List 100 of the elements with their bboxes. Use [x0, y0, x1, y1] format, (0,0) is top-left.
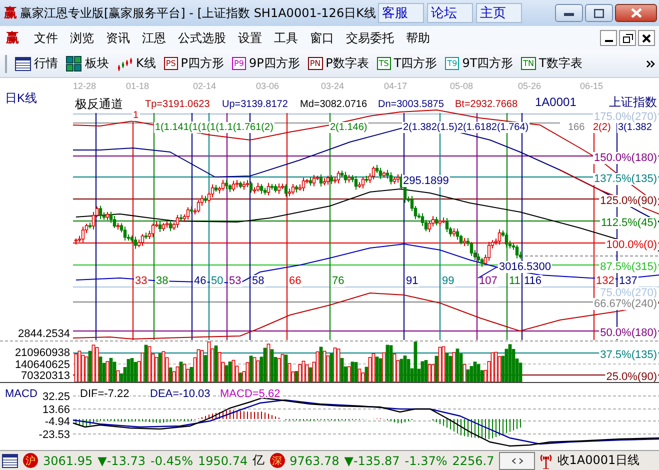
index-percent: -1.37%: [404, 454, 448, 468]
cycle-number: 53: [229, 275, 242, 287]
menu-item[interactable]: 文件: [34, 30, 58, 46]
axis-label: -4.94: [44, 416, 70, 428]
cycle-number: 50: [211, 275, 224, 287]
market-badge: 深: [270, 453, 285, 468]
menu-item[interactable]: 窗口: [310, 30, 334, 46]
date-label: 02-14: [193, 81, 216, 91]
date-label: 06-15: [580, 81, 604, 91]
cycle-ratio-label: 166: [568, 122, 585, 133]
cycle-ratio-label: 2(1.146): [330, 122, 368, 133]
date-label: 03-24: [321, 81, 344, 91]
date-label: 05-26: [518, 81, 542, 91]
axis-label: 70320313: [21, 370, 70, 382]
axis-label: 140640625: [14, 359, 70, 371]
header-link-button[interactable]: 论坛: [426, 3, 473, 23]
indicator-value: Dn=3003.5875: [378, 99, 444, 110]
letter-badge: P9: [232, 57, 246, 70]
toolbar-button[interactable]: PS P四方形: [164, 55, 224, 72]
indicator-value: Tp=3191.0623: [145, 99, 210, 110]
index-percent: -0.45%: [150, 454, 193, 468]
level-label: 25.0%(90): [606, 371, 657, 383]
date-label: 05-08: [450, 81, 474, 91]
menu-item[interactable]: 公式选股: [178, 30, 226, 46]
cycle-ratio-label: 3(1.382: [618, 122, 652, 133]
cycle-number: 137: [619, 275, 638, 287]
menu-item[interactable]: 浏览: [70, 30, 94, 46]
menu-item[interactable]: 设置: [238, 30, 262, 46]
index-price: 9763.78: [290, 454, 340, 468]
letter-badge: PS: [164, 57, 178, 70]
cycle-number: 99: [442, 275, 454, 287]
letter-badge: TS: [376, 57, 391, 70]
symbol-code: 1A0001: [535, 95, 576, 109]
app-logo: 赢: [4, 5, 17, 22]
indicator-name: 极反通道: [75, 97, 123, 111]
level-label: 37.5%(135): [600, 349, 657, 361]
cycle-number: 58: [252, 275, 264, 287]
cycle-ratio-label: 2(2): [593, 122, 611, 133]
index-change: ▼-135.87: [344, 454, 400, 468]
level-label: 150.0%(180): [594, 152, 657, 164]
index-amount: 1950.74: [198, 454, 248, 468]
cycle-ratio-label: 1(1.141(1(1(1(1.1(1.761(2): [155, 122, 274, 133]
axis-label: 210960938: [14, 347, 70, 359]
date-label: 03-06: [256, 81, 280, 91]
cycle-number: 76: [332, 275, 344, 287]
menu-item[interactable]: 帮助: [406, 30, 430, 46]
level-label: 175.0%(270): [594, 111, 657, 123]
cycle-number: 11: [509, 275, 520, 287]
header-link-button[interactable]: 主页: [476, 3, 522, 23]
date-label: 01-18: [126, 81, 150, 91]
cycle-number: 46: [194, 275, 206, 287]
toolbar-button[interactable]: T9 9T四方形: [445, 55, 514, 72]
toolbar-button[interactable]: 行情: [15, 55, 58, 72]
app-logo: 赢: [6, 30, 19, 47]
indicator-value: DEA=-10.03: [150, 388, 210, 400]
cycle-ratio-label: 1: [133, 110, 139, 121]
menu-item[interactable]: 工具: [274, 30, 298, 46]
index-amount: 2256.7: [452, 454, 494, 468]
cycle-number: 33: [135, 275, 148, 287]
axis-label: 13.66: [42, 404, 70, 416]
cycle-number: 107: [479, 275, 498, 287]
indicator-value: MACD=5.62: [220, 388, 280, 400]
toolbar-button[interactable]: P9 9P四方形: [232, 55, 300, 72]
indicator-value: Md=3082.0716: [300, 99, 368, 110]
index-change: ▼-13.73: [98, 454, 146, 468]
level-label: 50.0%(180): [600, 327, 657, 339]
price-label: 295.1899: [403, 175, 449, 187]
cycle-number: 66: [289, 275, 302, 287]
level-label: 125.0%(90): [600, 195, 657, 207]
cycle-ratio-label: 2(1.382(1.5)2(1.6182(1.764): [403, 122, 529, 133]
cycle-number: 91: [406, 275, 418, 287]
level-label: 112.5%(45): [600, 217, 657, 229]
letter-badge: TN: [521, 57, 536, 70]
date-label: 04-17: [384, 81, 408, 91]
menu-item[interactable]: 交易委托: [346, 30, 394, 46]
indicator-name: MACD: [5, 388, 38, 400]
status-message: 收1A0001日线: [557, 452, 640, 469]
chart-period-label: 日K线: [5, 91, 38, 105]
toolbar-button[interactable]: 板块: [66, 55, 109, 72]
letter-badge: PN: [308, 57, 323, 70]
toolbar-button[interactable]: PN P数字表: [308, 55, 369, 72]
letter-badge: T9: [445, 57, 460, 70]
toolbar-button[interactable]: TS T四方形: [376, 55, 438, 72]
indicator-value: Up=3139.8172: [222, 99, 288, 110]
toolbar-button[interactable]: K线: [117, 55, 156, 72]
price-label: 3016.5300: [499, 261, 551, 273]
cycle-number: 116: [524, 275, 542, 287]
date-label: 12-28: [73, 81, 96, 91]
indicator-value: DIF=-7.22: [80, 388, 130, 400]
menu-item[interactable]: 资讯: [106, 30, 130, 46]
menu-item[interactable]: 江恩: [142, 30, 166, 46]
axis-label: -23.53: [38, 429, 70, 441]
window-title: 赢家江恩专业版[赢家服务平台] - [上证指数 SH1A0001-126日K线: [20, 4, 376, 22]
axis-label: 32.25: [42, 391, 70, 403]
toolbar-button[interactable]: TN T数字表: [521, 55, 582, 72]
header-link-button[interactable]: 客服: [378, 3, 424, 23]
market-badge: 沪: [23, 453, 38, 468]
level-label: 87.5%(315): [600, 261, 657, 273]
axis-label: 2844.2534: [18, 328, 70, 340]
level-label: 137.5%(135): [594, 173, 657, 185]
